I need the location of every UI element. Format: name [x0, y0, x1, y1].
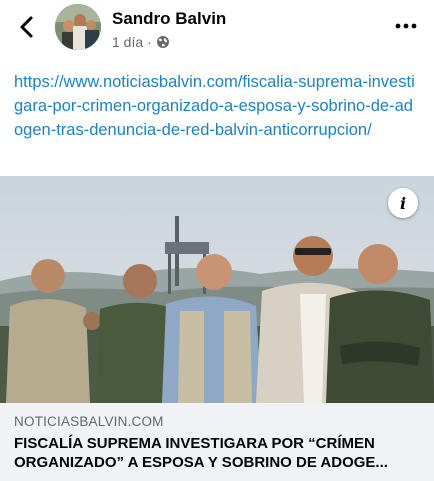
info-button[interactable]: i: [388, 188, 418, 218]
news-photo: [0, 176, 434, 403]
link-title[interactable]: FISCALÍA SUPREMA INVESTIGARA POR “CRÍMEN…: [14, 434, 424, 472]
post-link[interactable]: https://www.noticiasbalvin.com/fiscalia-…: [14, 70, 419, 142]
back-button[interactable]: [14, 14, 40, 40]
avatar[interactable]: [55, 4, 101, 50]
link-preview-card[interactable]: i NOTICIASBALVIN.COM FISCALÍA SUPREMA IN…: [0, 176, 434, 481]
link-domain: NOTICIASBALVIN.COM: [14, 414, 164, 429]
timestamp[interactable]: 1 día: [112, 34, 143, 50]
author-name[interactable]: Sandro Balvin: [112, 9, 226, 29]
post-meta: 1 día ·: [112, 34, 170, 50]
chevron-left-icon: [20, 16, 33, 38]
more-options-button[interactable]: [392, 16, 420, 36]
link-preview-image[interactable]: i: [0, 176, 434, 403]
post-header: Sandro Balvin 1 día ·: [0, 0, 434, 56]
avatar-photo: [55, 4, 101, 50]
globe-icon: [156, 36, 169, 48]
more-horizontal-icon: [395, 23, 417, 29]
meta-separator: ·: [147, 34, 152, 50]
